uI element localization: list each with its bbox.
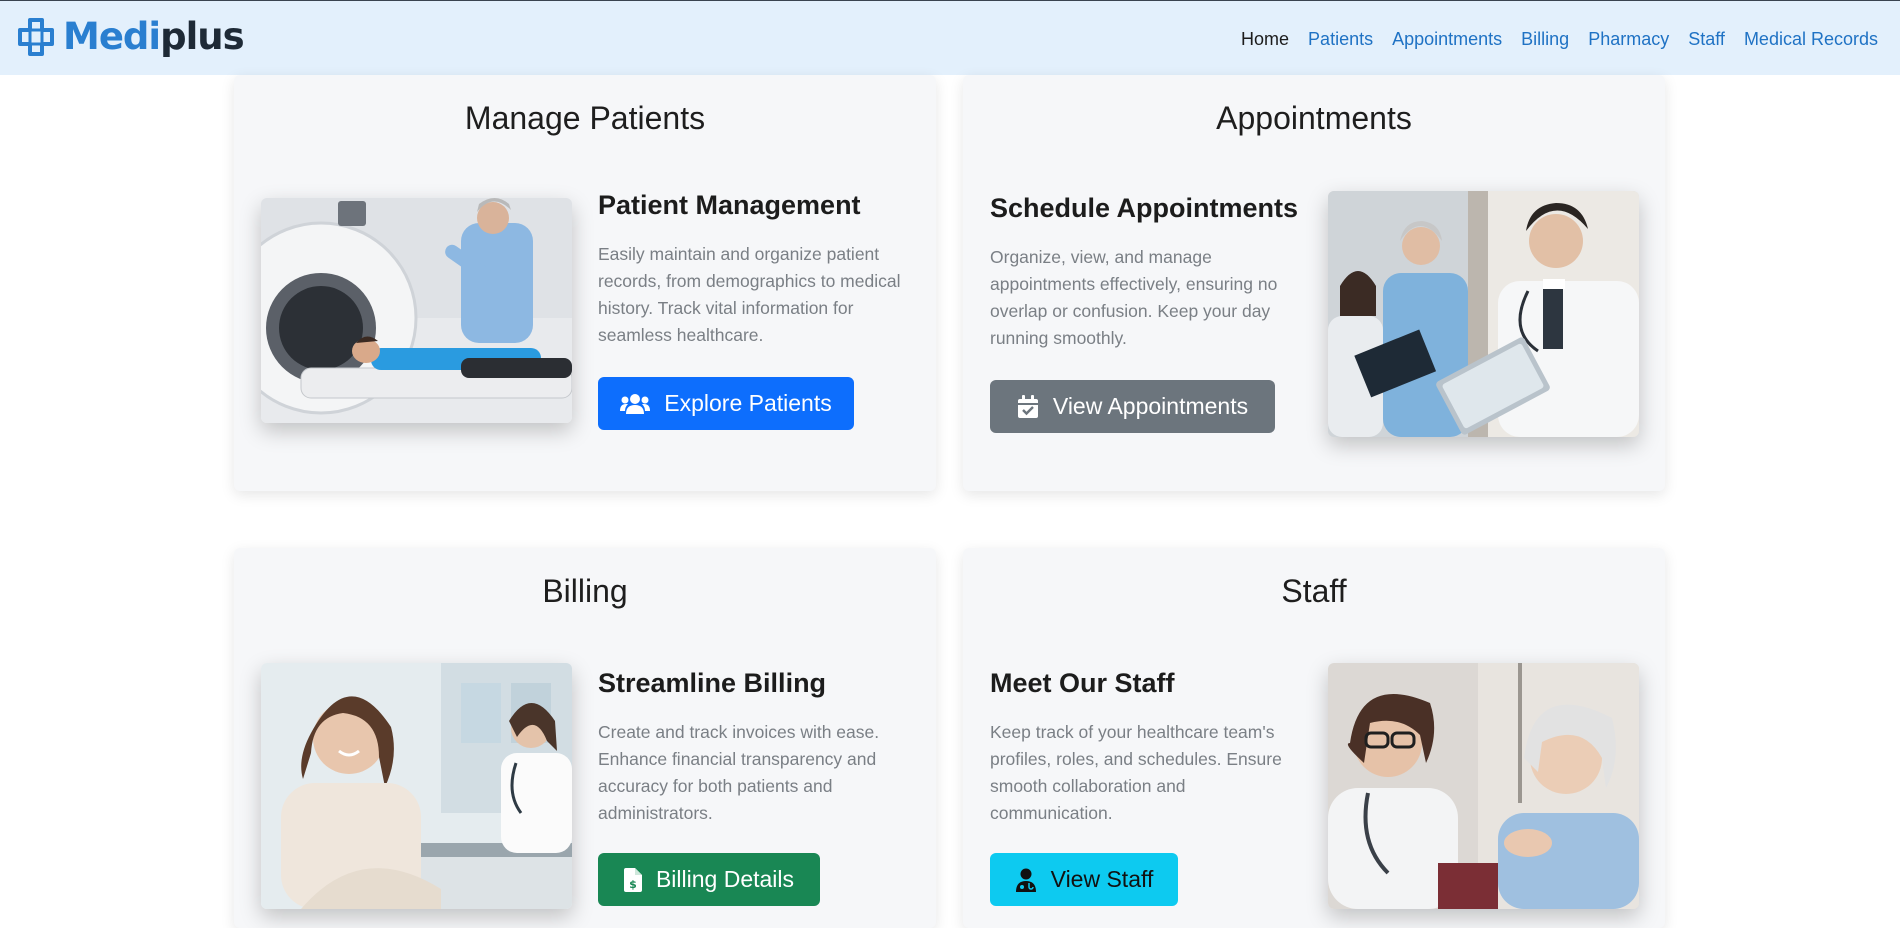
calendar-check-icon: [1017, 394, 1038, 418]
brand-name: Mediplus: [63, 15, 245, 58]
billing-card: Billing Streamline Billing Create and tr…: [234, 548, 936, 928]
button-label: View Appointments: [1052, 393, 1249, 419]
view-staff-button[interactable]: View Staff: [990, 853, 1178, 906]
button-label: Explore Patients: [664, 390, 832, 416]
invoice-dollar-icon: $: [623, 867, 642, 892]
button-label: Billing Details: [655, 866, 795, 892]
nav-link-staff[interactable]: Staff: [1688, 27, 1725, 51]
user-doctor-icon: [1015, 868, 1036, 892]
appointments-card: Appointments Schedule Appointments Organ…: [963, 75, 1665, 491]
feature-description: Easily maintain and organize patient rec…: [598, 244, 901, 345]
nav-link-home[interactable]: Home: [1241, 27, 1289, 51]
feature-title: Patient Management: [598, 190, 861, 220]
brand-logo[interactable]: Mediplus: [17, 15, 245, 58]
feature-description: Create and track invoices with ease. Enh…: [598, 722, 880, 823]
manage-patients-card: Manage Patients Patient Management Easil…: [234, 75, 936, 491]
feature-title: Schedule Appointments: [990, 193, 1299, 223]
view-appointments-button[interactable]: View Appointments: [990, 380, 1275, 433]
nav-link-pharmacy[interactable]: Pharmacy: [1588, 27, 1669, 51]
nav-links: Home Patients Appointments Billing Pharm…: [1222, 27, 1878, 51]
card-title: Manage Patients: [464, 100, 706, 136]
doctors-tablet-image: [1328, 191, 1639, 437]
staff-caregiver-image: [1328, 663, 1639, 909]
feature-description: Organize, view, and manage appointments …: [990, 247, 1278, 348]
brand-name-plus: plus: [160, 15, 245, 58]
feature-title: Streamline Billing: [598, 668, 827, 698]
nav-link-appointments[interactable]: Appointments: [1392, 27, 1502, 51]
card-title: Billing: [542, 573, 628, 609]
button-label: View Staff: [1050, 866, 1154, 892]
users-icon: [620, 393, 651, 414]
navbar: Mediplus Home Patients Appointments Bill…: [0, 0, 1900, 75]
explore-patients-button[interactable]: Explore Patients: [598, 377, 854, 430]
staff-card: Staff Meet Our Staff Keep track of your …: [963, 548, 1665, 928]
feature-title: Meet Our Staff: [990, 668, 1175, 698]
nav-link-medical-records[interactable]: Medical Records: [1744, 27, 1878, 51]
card-title: Appointments: [1216, 100, 1412, 136]
billing-details-button[interactable]: $ Billing Details: [598, 853, 820, 906]
medical-cross-icon: [18, 18, 54, 56]
brand-name-medi: Medi: [63, 15, 161, 58]
nav-link-billing[interactable]: Billing: [1521, 27, 1569, 51]
svg-text:$: $: [629, 878, 637, 891]
billing-receptionist-image: [261, 663, 572, 909]
feature-description: Keep track of your healthcare team's pro…: [990, 722, 1282, 823]
patient-ct-scan-image: [261, 198, 572, 423]
card-title: Staff: [1281, 573, 1347, 609]
nav-link-patients[interactable]: Patients: [1308, 27, 1373, 51]
